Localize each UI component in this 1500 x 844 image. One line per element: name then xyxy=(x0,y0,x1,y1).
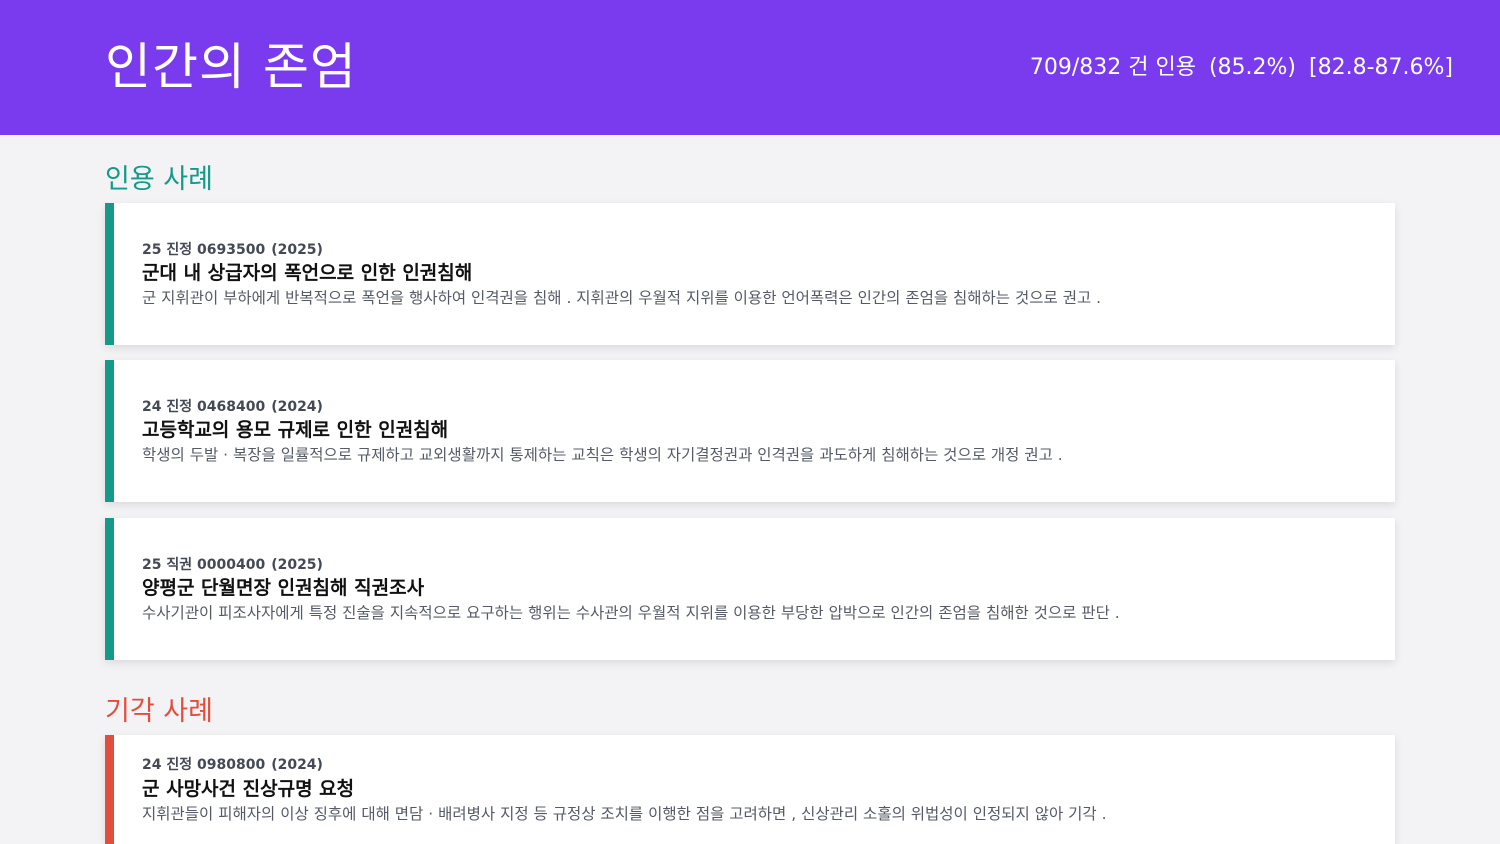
citation-stats: 709/832 건 인용 (85.2%) [82.8-87.6%] xyxy=(1024,52,1453,84)
confidence-interval: [82.8-87.6%] xyxy=(1309,55,1453,80)
accepted-indicator-bar xyxy=(105,518,114,660)
accepted-indicator-bar xyxy=(105,360,114,502)
case-card[interactable]: 25 직권 0000400 (2025) 양평군 단월면장 인권침해 직권조사 수… xyxy=(105,518,1395,660)
rejected-section-label: 기각 사례 xyxy=(105,696,213,727)
case-title: 고등학교의 용모 규제로 인한 인권침해 xyxy=(142,419,449,441)
case-id: 24 진정 0468400 (2024) xyxy=(142,399,323,415)
rejected-indicator-bar xyxy=(105,735,114,844)
case-description: 학생의 두발 · 복장을 일률적으로 규제하고 교외생활까지 통제하는 교칙은 … xyxy=(142,446,1063,464)
case-card[interactable]: 24 진정 0980800 (2024) 군 사망사건 진상규명 요청 지휘관들이… xyxy=(105,735,1395,844)
case-id: 25 직권 0000400 (2025) xyxy=(142,557,323,573)
case-description: 지휘관들이 피해자의 이상 징후에 대해 면담 · 배려병사 지정 등 규정상 … xyxy=(142,805,1107,823)
citation-percent: (85.2%) xyxy=(1208,55,1297,80)
case-title: 양평군 단월면장 인권침해 직권조사 xyxy=(142,577,425,599)
case-description: 군 지휘관이 부하에게 반복적으로 폭언을 행사하여 인격권을 침해 . 지휘관… xyxy=(142,289,1102,307)
page-header: 인간의 존엄 709/832 건 인용 (85.2%) [82.8-87.6%] xyxy=(0,0,1500,135)
case-card[interactable]: 24 진정 0468400 (2024) 고등학교의 용모 규제로 인한 인권침해… xyxy=(105,360,1395,502)
case-title: 군 사망사건 진상규명 요청 xyxy=(142,778,355,800)
case-title: 군대 내 상급자의 폭언으로 인한 인권침해 xyxy=(142,262,473,284)
case-id: 25 진정 0693500 (2025) xyxy=(142,242,323,258)
case-card[interactable]: 25 진정 0693500 (2025) 군대 내 상급자의 폭언으로 인한 인권… xyxy=(105,203,1395,345)
accepted-indicator-bar xyxy=(105,203,114,345)
case-id: 24 진정 0980800 (2024) xyxy=(142,757,323,773)
page-title: 인간의 존엄 xyxy=(105,38,357,96)
citation-count: 709/832 건 인용 xyxy=(1029,55,1196,80)
accepted-section-label: 인용 사례 xyxy=(105,164,213,195)
case-description: 수사기관이 피조사자에게 특정 진술을 지속적으로 요구하는 행위는 수사관의 … xyxy=(142,604,1120,622)
